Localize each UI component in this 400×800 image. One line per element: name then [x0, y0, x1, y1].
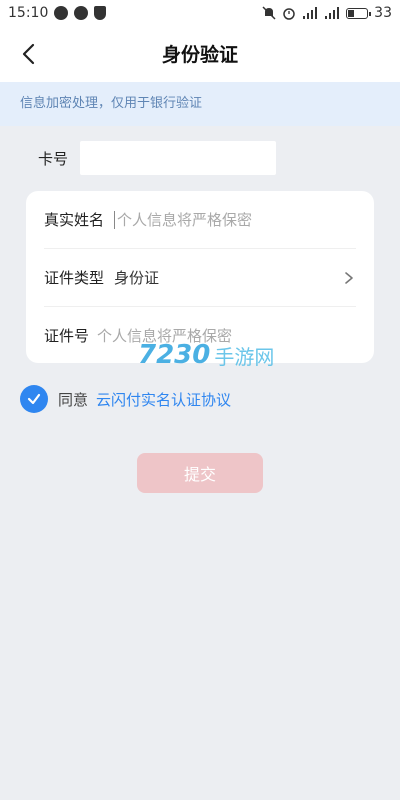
message-icon [74, 6, 89, 20]
status-bar-left: 15:10 [8, 5, 107, 21]
checkmark-icon [27, 393, 41, 405]
status-bar: 15:10 33 [0, 0, 400, 26]
signal-icon [325, 7, 340, 19]
agreement-row: 同意 云闪付实名认证协议 [20, 384, 231, 414]
status-bar-right: 33 [262, 5, 392, 21]
id-type-label: 证件类型 [44, 269, 105, 287]
security-notice: 信息加密处理，仅用于银行验证 [0, 82, 400, 126]
card-number-value [80, 141, 276, 175]
real-name-label: 真实姓名 [44, 211, 105, 229]
signal-4g-icon [303, 7, 318, 19]
real-name-input[interactable] [117, 210, 356, 229]
page-title: 身份验证 [161, 44, 238, 66]
real-name-row: 真实姓名 [44, 191, 356, 248]
chevron-right-icon [345, 271, 353, 284]
id-type-value: 身份证 [114, 269, 160, 287]
chat-icon [54, 6, 69, 20]
text-cursor [114, 210, 116, 229]
watermark-number: 7230 [138, 340, 211, 370]
battery-level: 33 [374, 5, 392, 21]
card-number-label: 卡号 [38, 149, 69, 168]
shield-icon [94, 6, 107, 20]
agreement-link[interactable]: 云闪付实名认证协议 [96, 389, 231, 410]
alarm-icon [283, 8, 295, 20]
mute-icon [262, 6, 276, 20]
identity-form: 真实姓名 证件类型 身份证 证件号 [26, 191, 374, 363]
id-type-row[interactable]: 证件类型 身份证 [44, 249, 356, 306]
battery-icon [346, 7, 372, 19]
nav-header: 身份验证 [0, 26, 400, 82]
card-number-row: 卡号 [38, 140, 276, 176]
submit-button[interactable]: 提交 [137, 453, 263, 493]
status-time: 15:10 [8, 5, 49, 21]
watermark: 7230 手游网 [138, 340, 274, 370]
agree-checkbox[interactable] [20, 385, 48, 413]
id-number-label: 证件号 [44, 327, 90, 345]
watermark-text: 手游网 [214, 344, 275, 369]
agree-text: 同意 [58, 390, 89, 409]
